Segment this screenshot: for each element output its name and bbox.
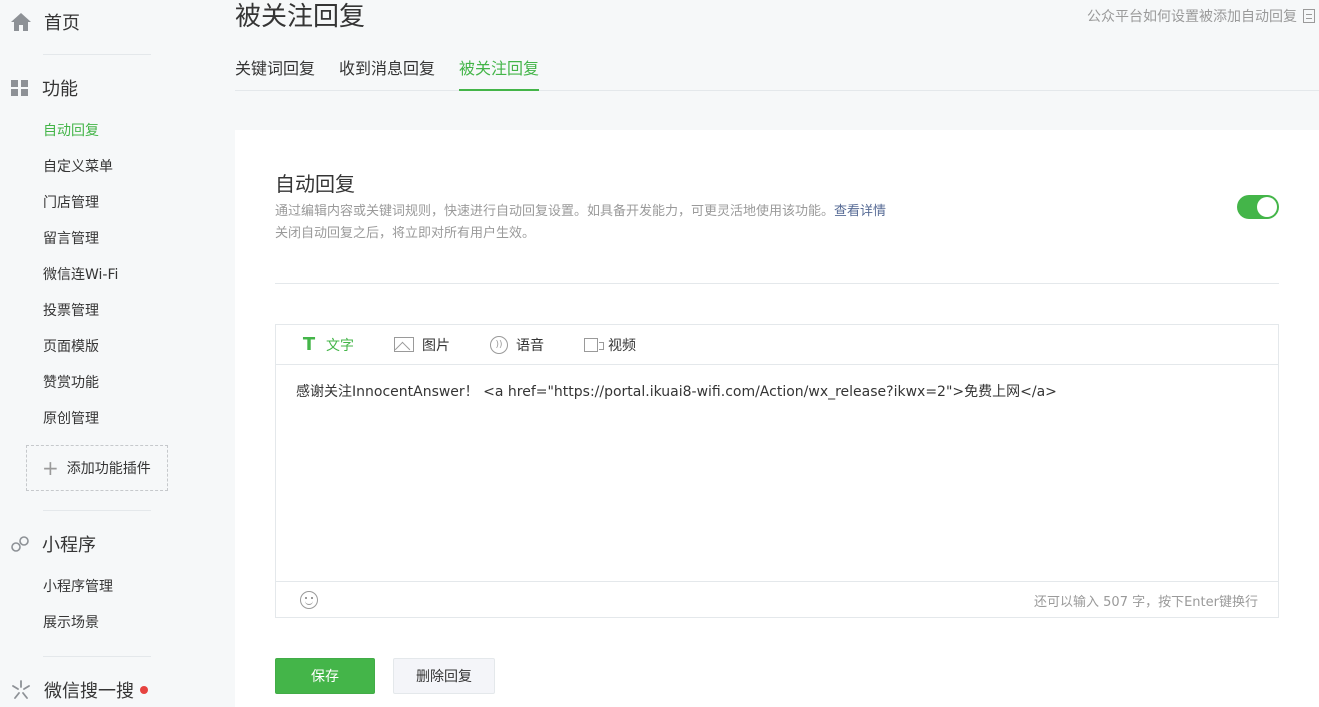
reply-tabs: 关键词回复 收到消息回复 被关注回复	[235, 54, 1319, 91]
divider	[43, 510, 151, 511]
sidebar-item-reward[interactable]: 赞赏功能	[43, 373, 99, 393]
sidebar-item-display-scene[interactable]: 展示场景	[43, 613, 99, 633]
sidebar-item-auto-reply[interactable]: 自动回复	[43, 121, 99, 141]
tab-voice[interactable]: )) 语音	[490, 335, 544, 355]
link-icon	[11, 536, 29, 552]
help-link-label: 公众平台如何设置被添加自动回复	[1087, 9, 1297, 25]
tab-voice-label: 语音	[516, 337, 544, 354]
tab-message-reply[interactable]: 收到消息回复	[339, 54, 435, 91]
toggle-knob	[1257, 197, 1277, 217]
reply-editor: T 文字 图片 )) 语音 视频 感谢关注InnocentAnswer！ <a …	[275, 324, 1279, 618]
emoji-icon[interactable]	[300, 591, 318, 609]
video-icon	[584, 337, 604, 352]
tab-video[interactable]: 视频	[584, 335, 636, 355]
auto-reply-toggle[interactable]	[1237, 195, 1279, 219]
sidebar-item-miniprogram-manage[interactable]: 小程序管理	[43, 577, 113, 597]
sidebar-group-search[interactable]: 微信搜一搜	[10, 677, 148, 703]
tab-video-label: 视频	[608, 337, 636, 354]
sidebar-item-store[interactable]: 门店管理	[43, 193, 99, 213]
description-line-1: 通过编辑内容或关键词规则，快速进行自动回复设置。如具备开发能力，可更灵活地使用该…	[275, 204, 835, 219]
char-count: 还可以输入 507 字，按下Enter键换行	[1034, 594, 1258, 610]
sidebar: 首页 功能 自动回复 自定义菜单 门店管理 留言管理 微信连Wi-Fi 投票管理…	[0, 0, 200, 707]
sidebar-item-custom-menu[interactable]: 自定义菜单	[43, 157, 113, 177]
description-line-2: 关闭自动回复之后，将立即对所有用户生效。	[275, 226, 536, 241]
tab-text-label: 文字	[326, 337, 354, 354]
divider	[43, 54, 151, 55]
add-plugin-button[interactable]: + 添加功能插件	[26, 445, 168, 491]
sidebar-home-label: 首页	[44, 13, 80, 34]
plus-icon: +	[42, 456, 59, 480]
tab-image-label: 图片	[422, 337, 450, 354]
image-icon	[394, 337, 414, 352]
view-details-link[interactable]: 查看详情	[834, 204, 886, 219]
document-icon	[1303, 9, 1315, 23]
sidebar-group-miniprogram-label: 小程序	[42, 535, 96, 556]
page-title: 被关注回复	[235, 2, 366, 32]
tab-keyword-reply[interactable]: 关键词回复	[235, 54, 315, 91]
tab-follow-reply[interactable]: 被关注回复	[459, 54, 540, 91]
voice-icon: ))	[490, 335, 508, 354]
sidebar-item-original[interactable]: 原创管理	[43, 409, 99, 429]
sidebar-group-function: 功能	[10, 75, 78, 101]
editor-footer: 还可以输入 507 字，按下Enter键换行	[276, 581, 1278, 618]
sidebar-group-function-label: 功能	[42, 79, 78, 100]
grid-icon	[11, 80, 28, 96]
card-title: 自动回复	[275, 172, 355, 196]
search-sparkle-icon	[12, 680, 30, 699]
save-button[interactable]: 保存	[275, 658, 375, 694]
divider	[43, 656, 151, 657]
reply-textarea[interactable]: 感谢关注InnocentAnswer！ <a href="https://por…	[276, 365, 1278, 581]
sidebar-item-comments[interactable]: 留言管理	[43, 229, 99, 249]
delete-reply-button[interactable]: 删除回复	[393, 658, 495, 694]
add-plugin-label: 添加功能插件	[66, 461, 151, 477]
sidebar-group-miniprogram: 小程序	[10, 531, 96, 557]
sidebar-item-home[interactable]: 首页	[10, 8, 80, 36]
sidebar-group-search-label: 微信搜一搜	[44, 681, 134, 702]
tab-text[interactable]: T 文字	[300, 334, 354, 355]
auto-reply-card: 自动回复 通过编辑内容或关键词规则，快速进行自动回复设置。如具备开发能力，可更灵…	[235, 130, 1319, 707]
tab-image[interactable]: 图片	[394, 335, 450, 355]
home-icon	[11, 13, 31, 31]
divider	[275, 283, 1279, 284]
notification-dot	[140, 686, 148, 694]
text-icon: T	[302, 334, 316, 355]
sidebar-item-page-template[interactable]: 页面模版	[43, 337, 99, 357]
help-link[interactable]: 公众平台如何设置被添加自动回复	[1087, 6, 1315, 26]
sidebar-item-wifi[interactable]: 微信连Wi-Fi	[43, 265, 118, 285]
editor-type-tabs: T 文字 图片 )) 语音 视频	[276, 325, 1278, 365]
card-description: 通过编辑内容或关键词规则，快速进行自动回复设置。如具备开发能力，可更灵活地使用该…	[275, 201, 886, 245]
sidebar-item-vote[interactable]: 投票管理	[43, 301, 99, 321]
